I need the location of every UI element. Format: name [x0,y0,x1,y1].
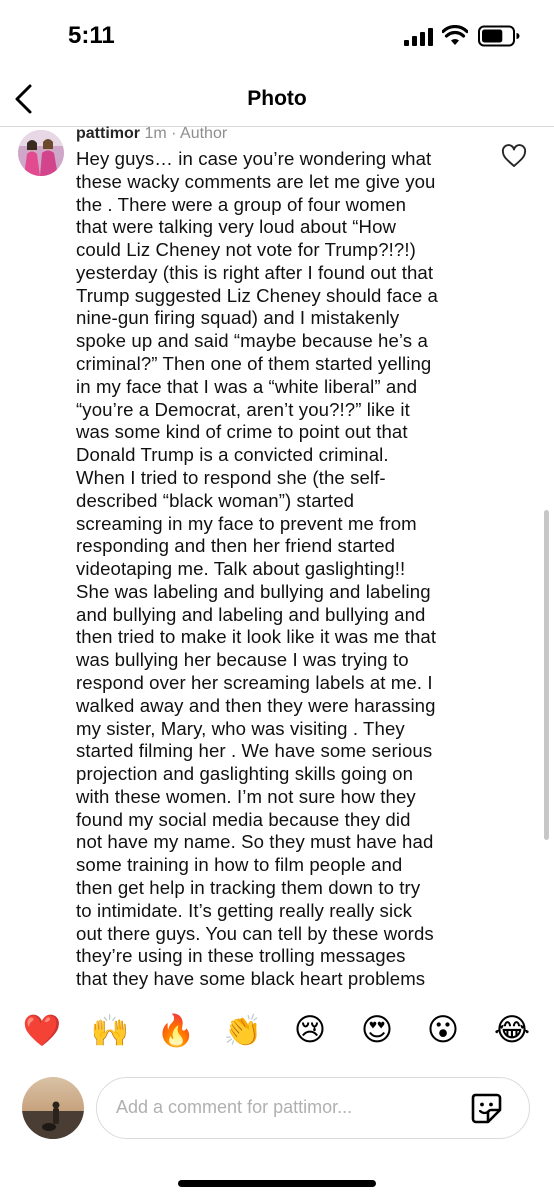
comment-text: Hey guys… in case you’re wondering what t… [76,148,494,991]
comment-text-line: respond over her screaming labels at me.… [76,671,433,693]
comment-text-line: some training in how to film people and [76,854,403,876]
fire-icon[interactable]: 🔥 [156,1012,196,1049]
comment-text-line: and bullying and labeling and bullying a… [76,603,426,625]
nav-bar: Photo [0,72,554,124]
comment-text-line: spoke up and said “maybe because he’s a [76,330,428,352]
comment-text-line: When I tried to respond she (the self- [76,466,386,488]
comment-text-line: Donald Trump is a convicted criminal. [76,444,389,466]
comment-text-line: walked away and then they were harassing [76,694,436,716]
clapping-hands-icon[interactable]: 👏 [223,1012,263,1049]
laughing-tears-icon[interactable]: 😂 [492,1012,532,1048]
comment-text-line: was bullying her because I was trying to [76,649,409,671]
status-bar: 5:11 [0,0,554,72]
status-time: 5:11 [68,22,115,49]
comment-text-line: described “black woman”) started [76,489,355,511]
comment-text-line: screaming in my face to prevent me from [76,512,417,534]
comment-username[interactable]: pattimor [76,125,140,142]
page-title: Photo [247,87,307,110]
comment-text-line: “you’re a Democrat, aren’t you?!?” like … [76,398,410,420]
comment-text-line: then tried to make it look like it was m… [76,626,437,648]
comment-text-line: videotaping me. Talk about gaslighting!! [76,558,406,580]
comment-text-line: with these women. I’m not sure how they [76,785,416,807]
crying-face-icon[interactable]: 😢 [290,1012,330,1048]
comment-input-placeholder: Add a comment for pattimor... [116,1097,353,1117]
cellular-signal-icon [404,28,433,46]
comment-text-line: criminal?” Then one of them started yell… [76,353,432,375]
comment-text-line: yesterday (this is right after I found o… [76,261,434,283]
comment-text-line: out there guys. You can tell by these wo… [76,922,434,944]
comment-text-line: my sister, Mary, who was visiting . They [76,717,405,739]
comment-text-line: Trump suggested Liz Cheney should face a [76,284,438,306]
author-badge: Author [180,125,228,142]
home-indicator [178,1180,376,1187]
quick-reactions-bar: ❤️ 🙌 🔥 👏 😢 😍 😮 😂 [0,1012,554,1058]
red-heart-icon[interactable]: ❤️ [22,1012,62,1049]
comment-text-line: found my social media because they did [76,808,411,830]
comment-text-line: Hey guys… in case you’re wondering what [76,148,432,169]
comment-text-line: then get help in tracking them down to t… [76,877,421,898]
comment-text-line: the . There were a group of four women [76,193,407,215]
meta-separator: · [171,125,177,142]
current-user-avatar [22,1077,84,1139]
surprised-face-icon[interactable]: 😮 [423,1012,463,1048]
comment-age: 1m [144,125,167,142]
comment-text-line: not have my name. So they must have had [76,831,434,853]
comment-text-line: that were talking very loud about “How [76,216,397,238]
heart-outline-icon[interactable] [501,144,527,168]
comment-text-line: was some kind of crime to point out that [76,421,408,443]
comment: pattimor 1m · Author Hey guys… in case y… [0,124,554,996]
comment-text-line: projection and gaslighting skills going … [76,763,414,785]
comment-text-line: She was labeling and bullying and labeli… [76,580,431,602]
comment-text-line: these wacky comments are let me give you [76,170,436,192]
avatar[interactable] [18,130,64,176]
comment-text-line: nine-gun firing squad) and I mistakenly [76,307,400,329]
battery-icon [478,25,520,47]
sticker-icon[interactable] [469,1091,503,1125]
comment-text-line: responding and then her friend started [76,535,396,557]
raising-hands-icon[interactable]: 🙌 [90,1012,130,1049]
comment-text-line: to intimidate. It’s getting really reall… [76,899,412,921]
heart-eyes-icon[interactable]: 😍 [357,1012,397,1048]
comment-meta: pattimor 1m · Author [76,125,227,143]
comment-text-line: started filming her . We have some serio… [76,740,433,762]
comment-input[interactable]: Add a comment for pattimor... [96,1077,530,1139]
comment-text-line: could Liz Cheney not vote for Trump?!?!) [76,239,416,261]
wifi-icon [442,25,468,45]
comment-text-line: they’re using in these trolling messages [76,945,406,967]
scrollbar[interactable] [544,510,549,840]
comment-text-line: in my face that I was a “white liberal” … [76,375,418,397]
comment-text-line: that they have some black heart problems [76,968,426,990]
